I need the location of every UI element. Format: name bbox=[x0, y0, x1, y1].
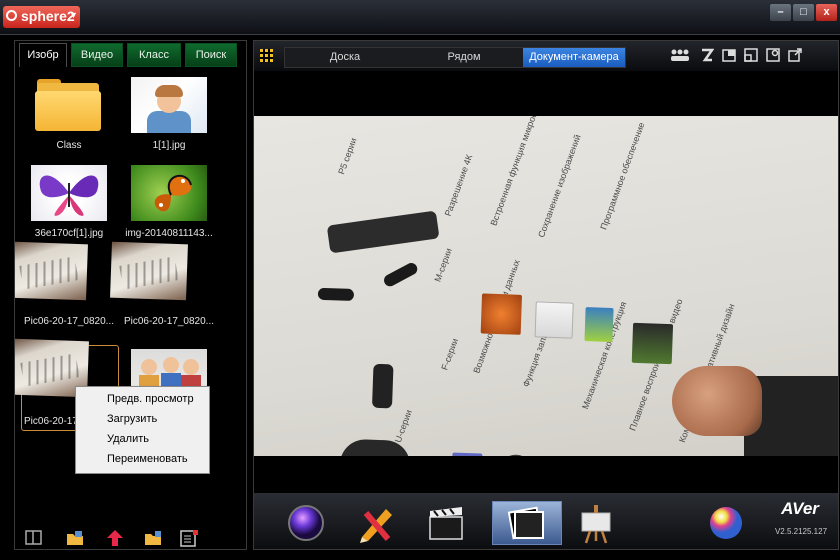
people-settings-icon[interactable] bbox=[670, 48, 690, 62]
thumbnail-picture bbox=[131, 165, 207, 221]
grid-menu-icon[interactable] bbox=[260, 49, 273, 62]
camera-device-photo bbox=[371, 363, 394, 409]
annotation-tools-button[interactable] bbox=[352, 501, 400, 545]
camera-label: Встроенная функция микрофона bbox=[488, 116, 546, 228]
thumbnail-caption: Pic06-20-17_0820... bbox=[123, 316, 215, 327]
feature-photo bbox=[480, 293, 523, 335]
thumbnail-caption: 1[1].jpg bbox=[152, 140, 186, 151]
camera-label: U-серии bbox=[392, 408, 414, 444]
thumbnail-caption: img-20140811143... bbox=[125, 228, 213, 239]
upload-arrow-icon[interactable] bbox=[105, 529, 125, 547]
main-view-panel: Доска Рядом Документ-камера P5 серии Раз… bbox=[253, 40, 839, 550]
chevron-down-icon: ▼ bbox=[69, 10, 78, 20]
app-title: sphere2 bbox=[21, 8, 75, 24]
maximize-button[interactable]: □ bbox=[793, 4, 814, 21]
camera-device-photo bbox=[381, 260, 420, 289]
tab-images[interactable]: Изобр bbox=[19, 43, 67, 67]
mode-document-camera[interactable]: Документ-камера bbox=[523, 48, 625, 67]
title-bar: sphere2 ▼ – □ x bbox=[0, 0, 840, 35]
feature-photo bbox=[631, 322, 674, 365]
thumbnail-image[interactable]: 1[1].jpg bbox=[121, 77, 217, 151]
close-button[interactable]: x bbox=[816, 4, 837, 21]
camera-label: Разрешение 4К bbox=[442, 153, 475, 218]
view-toolbar: Доска Рядом Документ-камера bbox=[254, 41, 838, 71]
context-menu: Предв. просмотр Загрузить Удалить Переим… bbox=[75, 386, 210, 474]
thumbnail-image[interactable]: Pic06-20-17_0820... bbox=[110, 241, 217, 327]
export-icon[interactable] bbox=[788, 48, 802, 62]
bottom-dock: AVer V2.5.2125.127 bbox=[254, 493, 838, 549]
thumbnail-picture bbox=[15, 241, 88, 301]
library-toolbar bbox=[15, 527, 246, 549]
mode-board[interactable]: Доска bbox=[285, 48, 405, 67]
version-label: V2.5.2125.127 bbox=[774, 527, 828, 536]
menu-item-delete[interactable]: Удалить bbox=[76, 429, 209, 449]
thumbnail-image[interactable]: Pic06-20-17_0820... bbox=[15, 241, 117, 327]
tab-video[interactable]: Видео bbox=[71, 43, 123, 67]
document-camera-view[interactable]: P5 серии Разрешение 4К Встроенная функци… bbox=[254, 116, 838, 456]
feature-photo bbox=[497, 454, 535, 456]
minimize-button[interactable]: – bbox=[770, 4, 791, 21]
feature-photo bbox=[451, 452, 483, 456]
thumbnail-picture bbox=[110, 241, 188, 301]
thumbnail-picture bbox=[131, 77, 207, 133]
camera-hand bbox=[672, 366, 762, 436]
feature-photo bbox=[534, 301, 574, 339]
new-folder-icon[interactable] bbox=[143, 529, 163, 547]
camera-device-photo bbox=[326, 210, 440, 254]
document-camera-button[interactable] bbox=[492, 501, 562, 545]
thumbnail-folder[interactable]: Class bbox=[21, 77, 117, 151]
export-list-icon[interactable] bbox=[179, 529, 199, 547]
record-icon[interactable] bbox=[766, 48, 780, 62]
sphere-app-button[interactable] bbox=[282, 501, 330, 545]
thumbnail-caption: Pic06-20-17_0820... bbox=[23, 316, 115, 327]
freeze-icon[interactable] bbox=[700, 48, 715, 62]
presentation-button[interactable] bbox=[572, 501, 620, 545]
color-button[interactable] bbox=[702, 501, 750, 545]
feature-photo bbox=[584, 307, 614, 343]
camera-label: P5 серии bbox=[336, 136, 359, 176]
folder-icon bbox=[31, 77, 107, 133]
app-menu-button[interactable]: sphere2 ▼ bbox=[3, 6, 80, 28]
thumbnail-caption: Class bbox=[56, 140, 82, 151]
tab-search[interactable]: Поиск bbox=[185, 43, 237, 67]
camera-label: М-серии bbox=[432, 246, 454, 284]
camera-label: Сохранение изображений bbox=[536, 133, 583, 239]
camera-label: F-серии bbox=[439, 336, 461, 372]
capture-icon[interactable] bbox=[722, 48, 736, 62]
camera-label: Программное обеспечение bbox=[598, 120, 647, 231]
split-view-icon[interactable] bbox=[24, 529, 44, 547]
thumbnail-picture bbox=[31, 165, 107, 221]
aver-logo: AVer bbox=[781, 499, 819, 518]
menu-item-rename[interactable]: Переименовать bbox=[76, 449, 209, 469]
window-icon[interactable] bbox=[744, 48, 758, 62]
thumbnail-caption: 36e170cf[1].jpg bbox=[34, 228, 104, 239]
thumbnail-image[interactable]: 36e170cf[1].jpg bbox=[21, 165, 117, 239]
library-tabs: Изобр Видео Класс Поиск bbox=[15, 41, 246, 67]
camera-device-photo bbox=[317, 287, 355, 302]
menu-item-preview[interactable]: Предв. просмотр bbox=[76, 389, 209, 409]
open-folder-image-icon[interactable] bbox=[65, 529, 85, 547]
sphere-logo-icon bbox=[6, 10, 17, 21]
mode-side-by-side[interactable]: Рядом bbox=[405, 48, 523, 67]
video-clip-button[interactable] bbox=[422, 501, 470, 545]
tab-class[interactable]: Класс bbox=[127, 43, 181, 67]
thumbnail-image[interactable]: img-20140811143... bbox=[121, 165, 217, 239]
mode-switcher: Доска Рядом Документ-камера bbox=[284, 47, 626, 68]
menu-item-load[interactable]: Загрузить bbox=[76, 409, 209, 429]
